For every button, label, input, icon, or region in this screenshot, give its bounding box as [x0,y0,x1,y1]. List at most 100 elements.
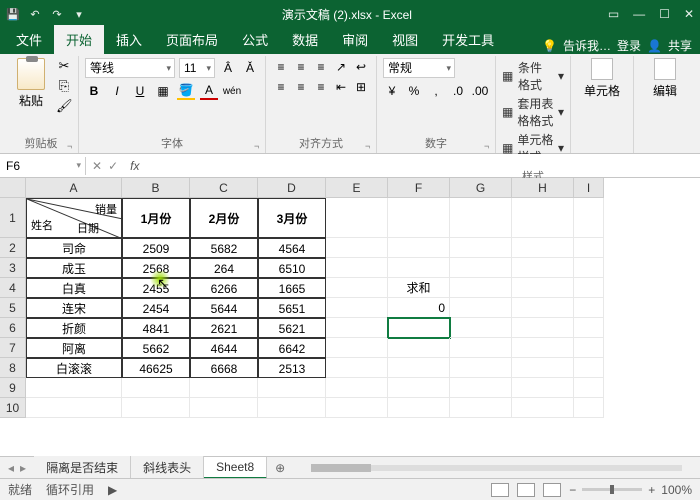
align-top-icon[interactable]: ≡ [272,58,290,76]
view-normal-icon[interactable] [491,483,509,497]
cell-F3[interactable] [388,258,450,278]
cell-F5[interactable]: 0 [388,298,450,318]
cell-H5[interactable] [512,298,574,318]
underline-button[interactable]: U [131,82,149,100]
row-header-10[interactable]: 10 [0,398,26,418]
shrink-font-icon[interactable]: Ǎ [241,59,259,77]
cell-C7[interactable]: 4644 [190,338,258,358]
cell-H3[interactable] [512,258,574,278]
cell-H8[interactable] [512,358,574,378]
redo-icon[interactable]: ↷ [50,7,64,21]
cell-empty-9-4[interactable] [326,378,388,398]
cell-empty-9-0[interactable] [26,378,122,398]
cell-B8[interactable]: 46625 [122,358,190,378]
cell-C6[interactable]: 2621 [190,318,258,338]
login-button[interactable]: 登录 [617,37,641,54]
row-header-1[interactable]: 1 [0,198,26,238]
tab-data[interactable]: 数据 [280,25,330,54]
cell-D6[interactable]: 5621 [258,318,326,338]
cell-H2[interactable] [512,238,574,258]
horizontal-scrollbar[interactable] [301,462,692,474]
cell-G7[interactable] [450,338,512,358]
tab-review[interactable]: 审阅 [330,25,380,54]
cell-D2[interactable]: 4564 [258,238,326,258]
format-painter-icon[interactable]: 🖌 [56,98,72,114]
cell-empty-10-3[interactable] [258,398,326,418]
cell-I7[interactable] [574,338,604,358]
align-bot-icon[interactable]: ≡ [312,58,330,76]
sheet-tab-1[interactable]: 斜线表头 [131,456,204,479]
cell-F8[interactable] [388,358,450,378]
tellme[interactable]: 告诉我… [563,37,611,54]
col-header-E[interactable]: E [326,178,388,198]
align-center-icon[interactable]: ≡ [292,78,310,96]
merge-icon[interactable]: ⊞ [352,78,370,96]
cell-E2[interactable] [326,238,388,258]
ribbon-options-icon[interactable]: ▭ [608,7,619,21]
cell-A8[interactable]: 白滚滚 [26,358,122,378]
cell-empty[interactable] [574,198,604,238]
font-color-button[interactable]: A [200,82,218,100]
cell-I2[interactable] [574,238,604,258]
zoom-out-icon[interactable]: − [569,483,576,497]
name-box[interactable]: F6 [0,157,86,175]
dec-inc-icon[interactable]: .0 [449,82,467,100]
border-button[interactable]: ▦ [154,82,172,100]
tab-nav-first-icon[interactable]: ◂ [8,461,14,475]
bold-button[interactable]: B [85,82,103,100]
cell-C8[interactable]: 6668 [190,358,258,378]
new-sheet-icon[interactable]: ⊕ [267,461,293,475]
cell-G8[interactable] [450,358,512,378]
tab-nav-last-icon[interactable]: ▸ [20,461,26,475]
tab-dev[interactable]: 开发工具 [430,25,506,54]
cell-G4[interactable] [450,278,512,298]
maximize-icon[interactable]: ☐ [659,7,670,21]
edit-label[interactable]: 编辑 [653,82,677,99]
col-header-C[interactable]: C [190,178,258,198]
zoom-control[interactable]: − + 100% [569,483,692,497]
cell-E6[interactable] [326,318,388,338]
conditional-format-button[interactable]: ▦条件格式 ▾ [502,58,564,94]
tab-home[interactable]: 开始 [54,25,104,54]
save-icon[interactable]: 💾 [6,7,20,21]
cell-G3[interactable] [450,258,512,278]
number-format-select[interactable]: 常规 [383,58,455,78]
cell-empty-9-1[interactable] [122,378,190,398]
cell-A5[interactable]: 连宋 [26,298,122,318]
cell-G5[interactable] [450,298,512,318]
macro-rec-icon[interactable]: ▶ [108,483,117,497]
cell-I6[interactable] [574,318,604,338]
italic-button[interactable]: I [108,82,126,100]
select-all-button[interactable] [0,178,26,198]
cut-icon[interactable]: ✂ [56,58,72,74]
fx-icon[interactable]: fx [124,159,139,173]
cell-empty-10-5[interactable] [388,398,450,418]
cell-B4[interactable]: 2455 [122,278,190,298]
align-left-icon[interactable]: ≡ [272,78,290,96]
cell-D4[interactable]: 1665 [258,278,326,298]
copy-icon[interactable]: ⎘ [56,78,72,94]
cell-empty-9-5[interactable] [388,378,450,398]
cell-B5[interactable]: 2454 [122,298,190,318]
orientation-icon[interactable]: ↗ [332,58,350,76]
view-break-icon[interactable] [543,483,561,497]
cell-D8[interactable]: 2513 [258,358,326,378]
cell-B3[interactable]: 2568 [122,258,190,278]
row-header-6[interactable]: 6 [0,318,26,338]
dec-dec-icon[interactable]: .00 [471,82,489,100]
cell-F7[interactable] [388,338,450,358]
phonetic-button[interactable]: wén [223,82,241,100]
cell-empty-10-4[interactable] [326,398,388,418]
cell-A2[interactable]: 司命 [26,238,122,258]
cell-A7[interactable]: 阿离 [26,338,122,358]
sheet-tab-0[interactable]: 隔离是否结束 [34,456,131,479]
cell-D3[interactable]: 6510 [258,258,326,278]
worksheet[interactable]: ABCDEFGHI1销量日期姓名1月份2月份3月份2司命250956824564… [0,178,700,456]
cell-F2[interactable] [388,238,450,258]
cancel-fx-icon[interactable]: ✕ [92,159,102,173]
cell-C5[interactable]: 5644 [190,298,258,318]
tab-layout[interactable]: 页面布局 [154,25,230,54]
cell-A3[interactable]: 成玉 [26,258,122,278]
cells-label[interactable]: 单元格 [584,82,620,99]
col-header-F[interactable]: F [388,178,450,198]
